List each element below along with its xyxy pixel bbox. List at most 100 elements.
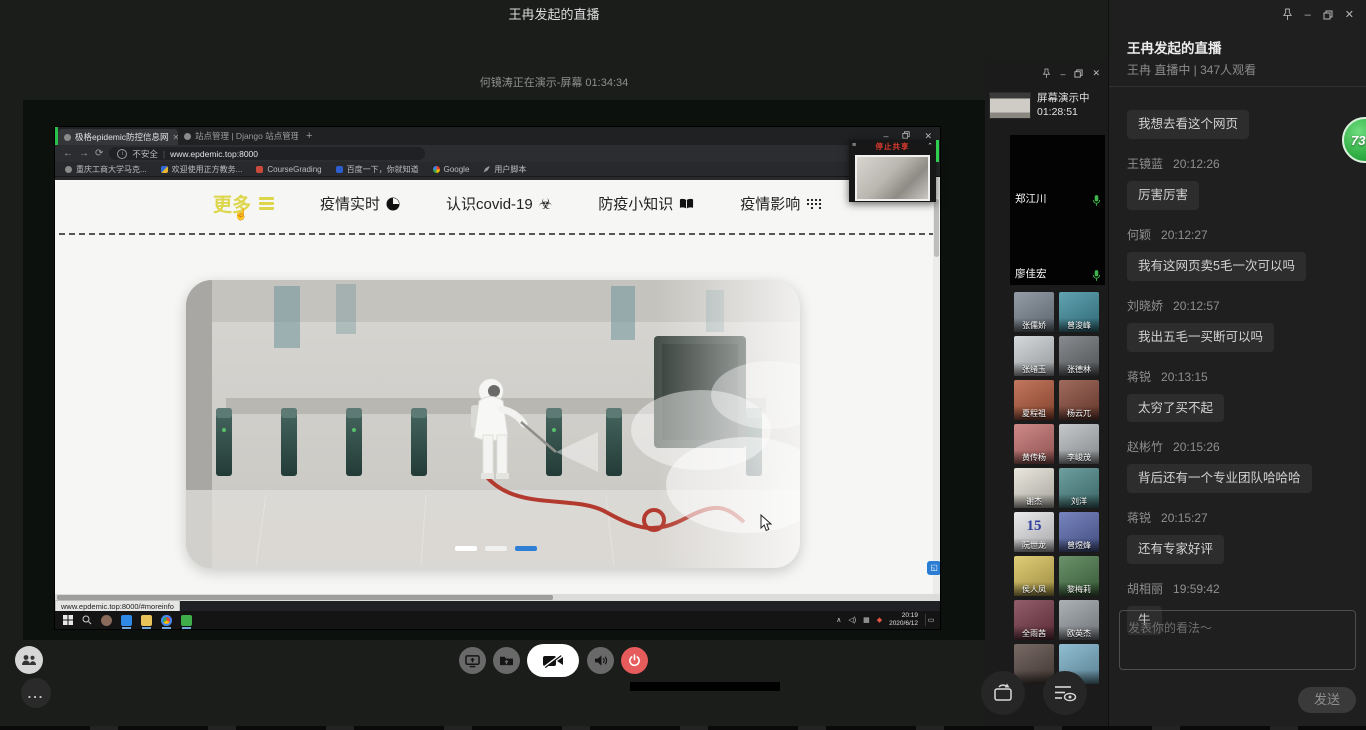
- speaker-icon: [594, 654, 608, 667]
- participant-name: 全雨茜: [1014, 628, 1054, 639]
- forward-icon[interactable]: →: [79, 149, 89, 159]
- globe-icon: [65, 166, 72, 173]
- network-icon[interactable]: ▦: [863, 616, 870, 624]
- participant-tile[interactable]: 李峻茂: [1059, 424, 1099, 464]
- shared-screen[interactable]: 极格epidemic防控信息网 ✕ 站点管理 | Django 站点管理员 ✕ …: [55, 127, 940, 629]
- bookmark-item[interactable]: 欢迎使用正方教务...: [161, 164, 243, 175]
- notification-center-icon[interactable]: ▭: [925, 614, 936, 626]
- camera-off-icon: [542, 654, 564, 668]
- participant-tile[interactable]: 张德林: [1059, 336, 1099, 376]
- tab-favicon-icon: [64, 134, 71, 141]
- participant-tile[interactable]: 夏程祖: [1014, 380, 1054, 420]
- participant-tile[interactable]: 15阮世龙: [1014, 512, 1054, 552]
- new-tab-button[interactable]: +: [298, 130, 320, 142]
- tray-expand-icon[interactable]: ∧: [836, 616, 841, 624]
- minimize-button[interactable]: –: [1305, 9, 1311, 21]
- volume-icon[interactable]: ◁): [848, 616, 856, 624]
- bookmark-item[interactable]: 重庆工商大学马克...: [65, 164, 147, 175]
- chat-input[interactable]: [1119, 610, 1356, 670]
- send-button[interactable]: 发送: [1298, 687, 1356, 713]
- file-share-button[interactable]: [493, 647, 520, 674]
- chat-message-bubble: 我想去看这个网页: [1127, 110, 1249, 139]
- participant-tile[interactable]: 曾煜烽: [1059, 512, 1099, 552]
- stop-share-popup[interactable]: ≡ 停止共享 ⌃: [849, 140, 936, 202]
- participant-tile[interactable]: 谢杰: [1014, 468, 1054, 508]
- participant-grid: 张儒娇曾浚峰张绪玉张德林夏程祖杨云兀黄传杨李峻茂谢杰刘洋15阮世龙曾煜烽侯人凤黎…: [1014, 292, 1102, 684]
- restore-button[interactable]: [1323, 10, 1333, 20]
- rotate-view-button[interactable]: [981, 671, 1025, 715]
- camera-off-button[interactable]: [527, 644, 579, 677]
- watch-list-button[interactable]: [1043, 671, 1087, 715]
- nav-item-realtime[interactable]: 疫情实时: [320, 193, 400, 214]
- share-preview-thumbnail: [855, 155, 930, 201]
- hero-carousel-image[interactable]: [186, 280, 800, 568]
- file-explorer-icon[interactable]: [141, 615, 152, 626]
- popup-expand-icon[interactable]: ⌃: [927, 142, 933, 150]
- list-eye-icon: [1053, 684, 1077, 702]
- panel-close-button[interactable]: ✕: [1092, 68, 1100, 79]
- search-icon[interactable]: [82, 615, 92, 625]
- share-timer: 01:28:51: [1037, 106, 1090, 120]
- carousel-dot-active[interactable]: [515, 546, 537, 551]
- participant-name: 张绪玉: [1014, 364, 1054, 375]
- chat-message-meta: 刘晓娇20:12:57: [1127, 297, 1354, 314]
- nav-item-covid[interactable]: 认识covid-19 ☣: [446, 193, 552, 214]
- site-info-icon[interactable]: i: [117, 149, 127, 159]
- taskbar-app-icon[interactable]: [101, 615, 112, 626]
- bookmark-item[interactable]: 百度一下，你就知道: [336, 164, 419, 175]
- screen-share-button[interactable]: [459, 647, 486, 674]
- participant-tile[interactable]: 黎梅莉: [1059, 556, 1099, 596]
- nav-item-tips[interactable]: 防疫小知识: [598, 193, 694, 214]
- web-page: 更多 疫情实时 认识covid-19 ☣ 防疫小知识 疫情影响: [55, 177, 940, 594]
- carousel-indicators[interactable]: [455, 546, 537, 551]
- browser-tab-active[interactable]: 极格epidemic防控信息网 ✕: [58, 129, 178, 145]
- address-omnibox[interactable]: i 不安全 | www.epdemic.top:8000: [109, 147, 425, 160]
- participant-tile[interactable]: 黄传杨: [1014, 424, 1054, 464]
- coursegrading-icon: [256, 166, 263, 173]
- browser-tab-inactive[interactable]: 站点管理 | Django 站点管理员 ✕: [178, 127, 298, 145]
- site-nav: 更多 疫情实时 认识covid-19 ☣ 防疫小知识 疫情影响: [55, 190, 940, 217]
- taskbar-chat-app-icon[interactable]: [121, 615, 132, 626]
- nav-item-impact[interactable]: 疫情影响: [740, 193, 822, 214]
- participant-tile[interactable]: 张儒娇: [1014, 292, 1054, 332]
- video-tile[interactable]: 郑江川: [1010, 135, 1105, 210]
- participant-name: 李峻茂: [1059, 452, 1099, 463]
- pin-icon[interactable]: [1282, 8, 1293, 21]
- participants-button[interactable]: [15, 646, 43, 674]
- participant-tile[interactable]: 全雨茜: [1014, 600, 1054, 640]
- panel-restore-button[interactable]: [1074, 69, 1083, 78]
- close-button[interactable]: ✕: [1345, 8, 1354, 21]
- chrome-icon[interactable]: [161, 615, 172, 626]
- taskbar-green-app-icon[interactable]: [181, 615, 192, 626]
- bookmark-item[interactable]: 用户脚本: [483, 164, 526, 175]
- more-options-button[interactable]: ...: [21, 678, 51, 708]
- participant-tile[interactable]: 杨云兀: [1059, 380, 1099, 420]
- back-icon[interactable]: ←: [63, 149, 73, 159]
- participant-tile[interactable]: 曾浚峰: [1059, 292, 1099, 332]
- pin-icon[interactable]: [1042, 68, 1051, 79]
- participant-tile[interactable]: 欧英杰: [1059, 600, 1099, 640]
- participant-name: 曾煜烽: [1059, 540, 1099, 551]
- carousel-dot[interactable]: [455, 546, 477, 551]
- share-indicator-strip: [936, 140, 939, 162]
- carousel-dot[interactable]: [485, 546, 507, 551]
- taskbar-clock[interactable]: 20:19 2020/6/12: [889, 612, 918, 628]
- page-widget-icon[interactable]: ◱: [927, 561, 940, 575]
- leave-power-button[interactable]: [621, 647, 648, 674]
- security-label: 不安全: [132, 148, 158, 160]
- participant-tile[interactable]: 侯人凤: [1014, 556, 1054, 596]
- bookmark-item[interactable]: CourseGrading: [256, 165, 321, 174]
- participant-tile[interactable]: 张绪玉: [1014, 336, 1054, 376]
- start-button-icon[interactable]: [63, 615, 73, 625]
- speaker-button[interactable]: [587, 647, 614, 674]
- reload-icon[interactable]: ⟳: [95, 149, 103, 159]
- popup-menu-icon[interactable]: ≡: [852, 142, 856, 149]
- bookmark-item[interactable]: Google: [433, 165, 470, 174]
- tray-app-icon[interactable]: ◆: [877, 616, 882, 624]
- stop-share-label[interactable]: 停止共享: [876, 141, 910, 152]
- participant-tile[interactable]: 刘洋: [1059, 468, 1099, 508]
- screen-share-status[interactable]: 屏幕演示中 01:28:51: [989, 92, 1090, 119]
- video-tile[interactable]: 廖佳宏: [1010, 210, 1105, 285]
- page-scrollbar-thumb[interactable]: [934, 199, 939, 257]
- panel-minimize-button[interactable]: –: [1060, 69, 1065, 79]
